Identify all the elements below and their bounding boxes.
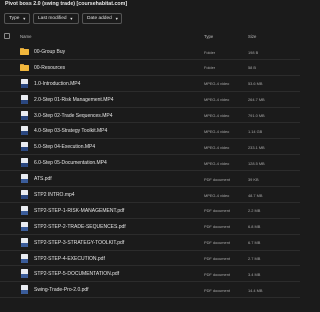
file-size: 39 KB — [248, 176, 259, 182]
file-type: PDF document — [204, 271, 230, 277]
video-file-icon — [21, 94, 28, 104]
file-size: 198 B — [248, 49, 259, 55]
file-size: 264.7 MB — [248, 97, 265, 103]
caret-down-icon: ▼ — [22, 16, 27, 21]
file-name[interactable]: STP2-STEP-5-DOCUMENTATION.pdf — [34, 271, 119, 277]
video-file-icon — [21, 190, 28, 200]
file-type: MPEG-4 video — [204, 144, 230, 150]
pdf-file-icon — [21, 174, 28, 184]
name-column-header[interactable]: Name — [20, 34, 31, 39]
pdf-file-icon — [21, 237, 28, 247]
file-row[interactable]: 3.0-Step 02-Trade Sequences.MP4 MPEG-4 vi… — [0, 108, 300, 124]
file-row[interactable]: STP2-STEP-5-DOCUMENTATION.pdf PDF documen… — [0, 266, 300, 283]
file-name[interactable]: STP2-STEP-1-RISK-MANAGEMENT.pdf — [34, 208, 124, 214]
file-row[interactable]: STP2-STEP-3-STRATEGY-TOOLKIT.pdf PDF docu… — [0, 235, 300, 251]
file-size: 1.14 GB — [248, 128, 263, 134]
file-type: MPEG-4 video — [204, 128, 230, 134]
file-name[interactable]: 6.0-Step 05-Documentation.MP4 — [34, 160, 107, 166]
file-name[interactable]: Swing-Trade-Pro-2.0.pdf — [34, 287, 89, 293]
caret-down-icon: ▼ — [69, 16, 74, 21]
file-name[interactable]: 1.0-Introduction.MP4 — [34, 81, 80, 87]
type-filter-button[interactable]: Type ▼ — [4, 13, 30, 24]
file-row[interactable]: 2.0-Step 01-Risk Management.MP4 MPEG-4 vi… — [0, 92, 300, 108]
file-row[interactable]: 00-Group Buy Folder 198 B — [0, 44, 300, 60]
file-type: PDF document — [204, 208, 230, 214]
file-name[interactable]: 5.0-Step 04-Execution.MP4 — [34, 144, 95, 150]
pdf-file-icon — [21, 285, 28, 295]
file-type: PDF document — [204, 256, 230, 262]
file-row[interactable]: 4.0-Step 03-Strategy Toolkit.MP4 MPEG-4 v… — [0, 123, 300, 140]
file-list-header: Name Type Size — [0, 32, 300, 42]
file-size: 2.7 MB — [248, 256, 261, 262]
file-type: MPEG-4 video — [204, 192, 230, 198]
file-type: PDF document — [204, 224, 230, 230]
file-size: 53.6 MB — [248, 81, 263, 87]
file-type: Folder — [204, 49, 216, 55]
file-size: 48.7 MB — [248, 192, 263, 198]
file-row[interactable]: 1.0-Introduction.MP4 MPEG-4 video 53.6 MB — [0, 76, 300, 92]
pdf-file-icon — [21, 269, 28, 279]
page-title: Pivot boss 2.0 (swing trade) [coursehabi… — [5, 1, 128, 7]
file-size: 791.0 MB — [248, 113, 265, 119]
file-size: 14.4 MB — [248, 287, 263, 293]
file-row[interactable]: 5.0-Step 04-Execution.MP4 MPEG-4 video 233… — [0, 139, 300, 156]
folder-icon — [20, 48, 29, 55]
date-added-filter-label: Date added — [87, 16, 112, 21]
select-all-checkbox[interactable] — [4, 33, 10, 39]
file-name[interactable]: STP2-STEP-4-EXECUTION.pdf — [34, 256, 105, 262]
caret-down-icon: ▼ — [114, 16, 119, 21]
file-size: 6.7 MB — [248, 240, 261, 246]
video-file-icon — [21, 142, 28, 152]
file-row[interactable]: 6.0-Step 05-Documentation.MP4 MPEG-4 vide… — [0, 155, 300, 172]
file-name[interactable]: 3.0-Step 02-Trade Sequences.MP4 — [34, 113, 112, 119]
file-row[interactable]: STP2 INTRO.mp4 MPEG-4 video 48.7 MB — [0, 187, 300, 203]
file-row[interactable]: STP2-STEP-1-RISK-MANAGEMENT.pdf PDF docum… — [0, 203, 300, 219]
pdf-file-icon — [21, 253, 28, 263]
file-size: 233.1 MB — [248, 144, 265, 150]
file-name[interactable]: STP2-STEP-3-STRATEGY-TOOLKIT.pdf — [34, 240, 124, 246]
file-row[interactable]: ATS.pdf PDF document 39 KB — [0, 171, 300, 188]
file-size: 2.2 MB — [248, 208, 261, 214]
file-row[interactable]: STP2-STEP-4-EXECUTION.pdf PDF document 2.7… — [0, 251, 300, 267]
file-name[interactable]: 00-Group Buy — [34, 49, 65, 55]
pdf-file-icon — [21, 221, 28, 231]
filter-bar: Type ▼ Last modified ▼ Date added ▼ — [4, 13, 122, 24]
type-column-header[interactable]: Type — [204, 34, 213, 39]
file-size: 3.4 MB — [248, 271, 261, 277]
video-file-icon — [21, 78, 28, 88]
video-file-icon — [21, 110, 28, 120]
file-name[interactable]: STP2 INTRO.mp4 — [34, 192, 75, 198]
file-type: PDF document — [204, 287, 230, 293]
file-type: MPEG-4 video — [204, 113, 230, 119]
file-type: PDF document — [204, 240, 230, 246]
file-list: 00-Group Buy Folder 198 B 00-Resources Folde… — [0, 44, 300, 299]
file-row[interactable]: STP2-STEP-2-TRADE-SEQUENCES.pdf PDF docum… — [0, 219, 300, 235]
file-size: 128.5 MB — [248, 160, 265, 166]
date-added-filter-button[interactable]: Date added ▼ — [82, 13, 122, 24]
file-row[interactable]: 00-Resources Folder 58 B — [0, 60, 300, 76]
file-name[interactable]: ATS.pdf — [34, 176, 52, 182]
last-modified-filter-button[interactable]: Last modified ▼ — [33, 13, 79, 24]
file-row[interactable]: Swing-Trade-Pro-2.0.pdf PDF document 14.4 … — [0, 282, 300, 299]
pdf-file-icon — [21, 205, 28, 215]
folder-icon — [20, 63, 29, 71]
file-name[interactable]: STP2-STEP-2-TRADE-SEQUENCES.pdf — [34, 224, 126, 230]
size-column-header[interactable]: Size — [248, 34, 256, 39]
file-name[interactable]: 2.0-Step 01-Risk Management.MP4 — [34, 97, 113, 103]
file-type: Folder — [204, 65, 216, 71]
file-name[interactable]: 4.0-Step 03-Strategy Toolkit.MP4 — [34, 128, 107, 134]
file-size: 6.8 MB — [248, 224, 261, 230]
file-name[interactable]: 00-Resources — [34, 65, 65, 71]
file-type: MPEG-4 video — [204, 97, 230, 103]
file-type: MPEG-4 video — [204, 160, 230, 166]
type-filter-label: Type — [9, 16, 20, 21]
video-file-icon — [21, 158, 28, 168]
file-size: 58 B — [248, 65, 257, 71]
file-type: MPEG-4 video — [204, 81, 230, 87]
video-file-icon — [21, 126, 28, 136]
file-type: PDF document — [204, 176, 230, 182]
last-modified-filter-label: Last modified — [38, 16, 67, 21]
